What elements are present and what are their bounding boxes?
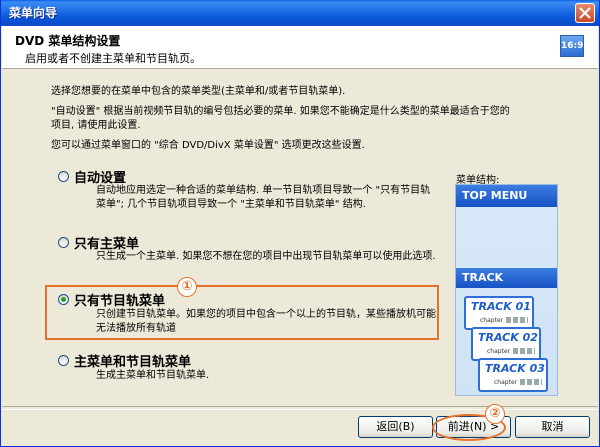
chapter-thumbnails <box>506 317 528 323</box>
close-button[interactable] <box>575 3 595 23</box>
annotation-marker-2: ② <box>485 404 505 424</box>
footer-divider <box>2 406 598 410</box>
option-desc-auto-setup: 自动地应用选定一种合适的菜单结构. 单一节目轨项目导致一个 "只有节目轨菜单";… <box>96 185 431 210</box>
chapter-thumbnails <box>513 348 535 354</box>
menu-wizard-window: 菜单向导 DVD 菜单结构设置 启用或者不创建主菜单和节目轨页。 16:9 选择… <box>0 0 600 447</box>
option-desc-main-and-track-menu: 生成主菜单和节目轨菜单. <box>96 370 210 381</box>
intro-line-1: 选择您想要的在菜单中包含的菜单类型(主菜单和/或者节目轨菜单). <box>51 86 346 97</box>
track-card-name: TRACK 01 <box>471 300 531 313</box>
radio-main-and-track-menu[interactable] <box>58 355 69 366</box>
track-card-name: TRACK 03 <box>485 362 545 375</box>
option-label-main-and-track-menu[interactable]: 主菜单和节目轨菜单 <box>74 351 191 370</box>
window-title: 菜单向导 <box>9 6 58 20</box>
track-card-chapter: chapter <box>487 348 511 355</box>
chapter-thumbnails <box>520 379 542 385</box>
close-icon <box>579 7 591 19</box>
track-bar: TRACK <box>456 268 557 288</box>
option-label-track-menu-only[interactable]: 只有节目轨菜单 <box>74 290 165 309</box>
radio-track-menu-only[interactable] <box>58 294 69 305</box>
top-menu-bar: TOP MENU <box>456 185 557 207</box>
intro-line-2a: "自动设置" 根据当前视频节目轨的编号包括必要的菜单. 如果您不能确定是什么类型… <box>51 106 510 117</box>
radio-auto-setup[interactable] <box>58 171 69 182</box>
intro-line-3: 您可以通过菜单窗口的 "综合 DVD/DivX 菜单设置" 选项更改这些设置. <box>51 140 365 151</box>
option-desc-main-menu-only: 只生成一个主菜单. 如果您不想在您的项目中出现节目轨菜单可以使用此选项. <box>96 251 436 262</box>
track-card-03: TRACK 03 chapter <box>478 358 548 392</box>
back-button[interactable]: 返回(B) <box>358 416 433 438</box>
track-card-01: TRACK 01 chapter <box>464 296 534 330</box>
aspect-ratio-icon: 16:9 <box>560 35 584 57</box>
page-title: DVD 菜单结构设置 <box>15 34 121 48</box>
track-card-name: TRACK 02 <box>478 331 538 344</box>
radio-main-menu-only[interactable] <box>58 237 69 248</box>
title-bar[interactable]: 菜单向导 <box>1 0 599 26</box>
page-subtitle: 启用或者不创建主菜单和节目轨页。 <box>25 52 201 65</box>
annotation-marker-1: ① <box>177 277 197 297</box>
option-desc-track-menu-only: 只创建节目轨菜单。如果您的项目中包含一个以上的节目轨，某些播放机可能无法播放所有… <box>96 309 436 334</box>
wizard-header: DVD 菜单结构设置 启用或者不创建主菜单和节目轨页。 16:9 <box>2 26 598 69</box>
track-card-chapter: chapter <box>480 317 504 324</box>
track-card-chapter: chapter <box>494 379 518 386</box>
menu-structure-preview: TOP MENU TRACK TRACK 01 chapter TRACK 02… <box>455 184 558 396</box>
track-card-02: TRACK 02 chapter <box>471 327 541 361</box>
intro-line-2b: 项目, 请使用此设置. <box>51 120 141 131</box>
cancel-button[interactable]: 取消 <box>515 416 590 438</box>
